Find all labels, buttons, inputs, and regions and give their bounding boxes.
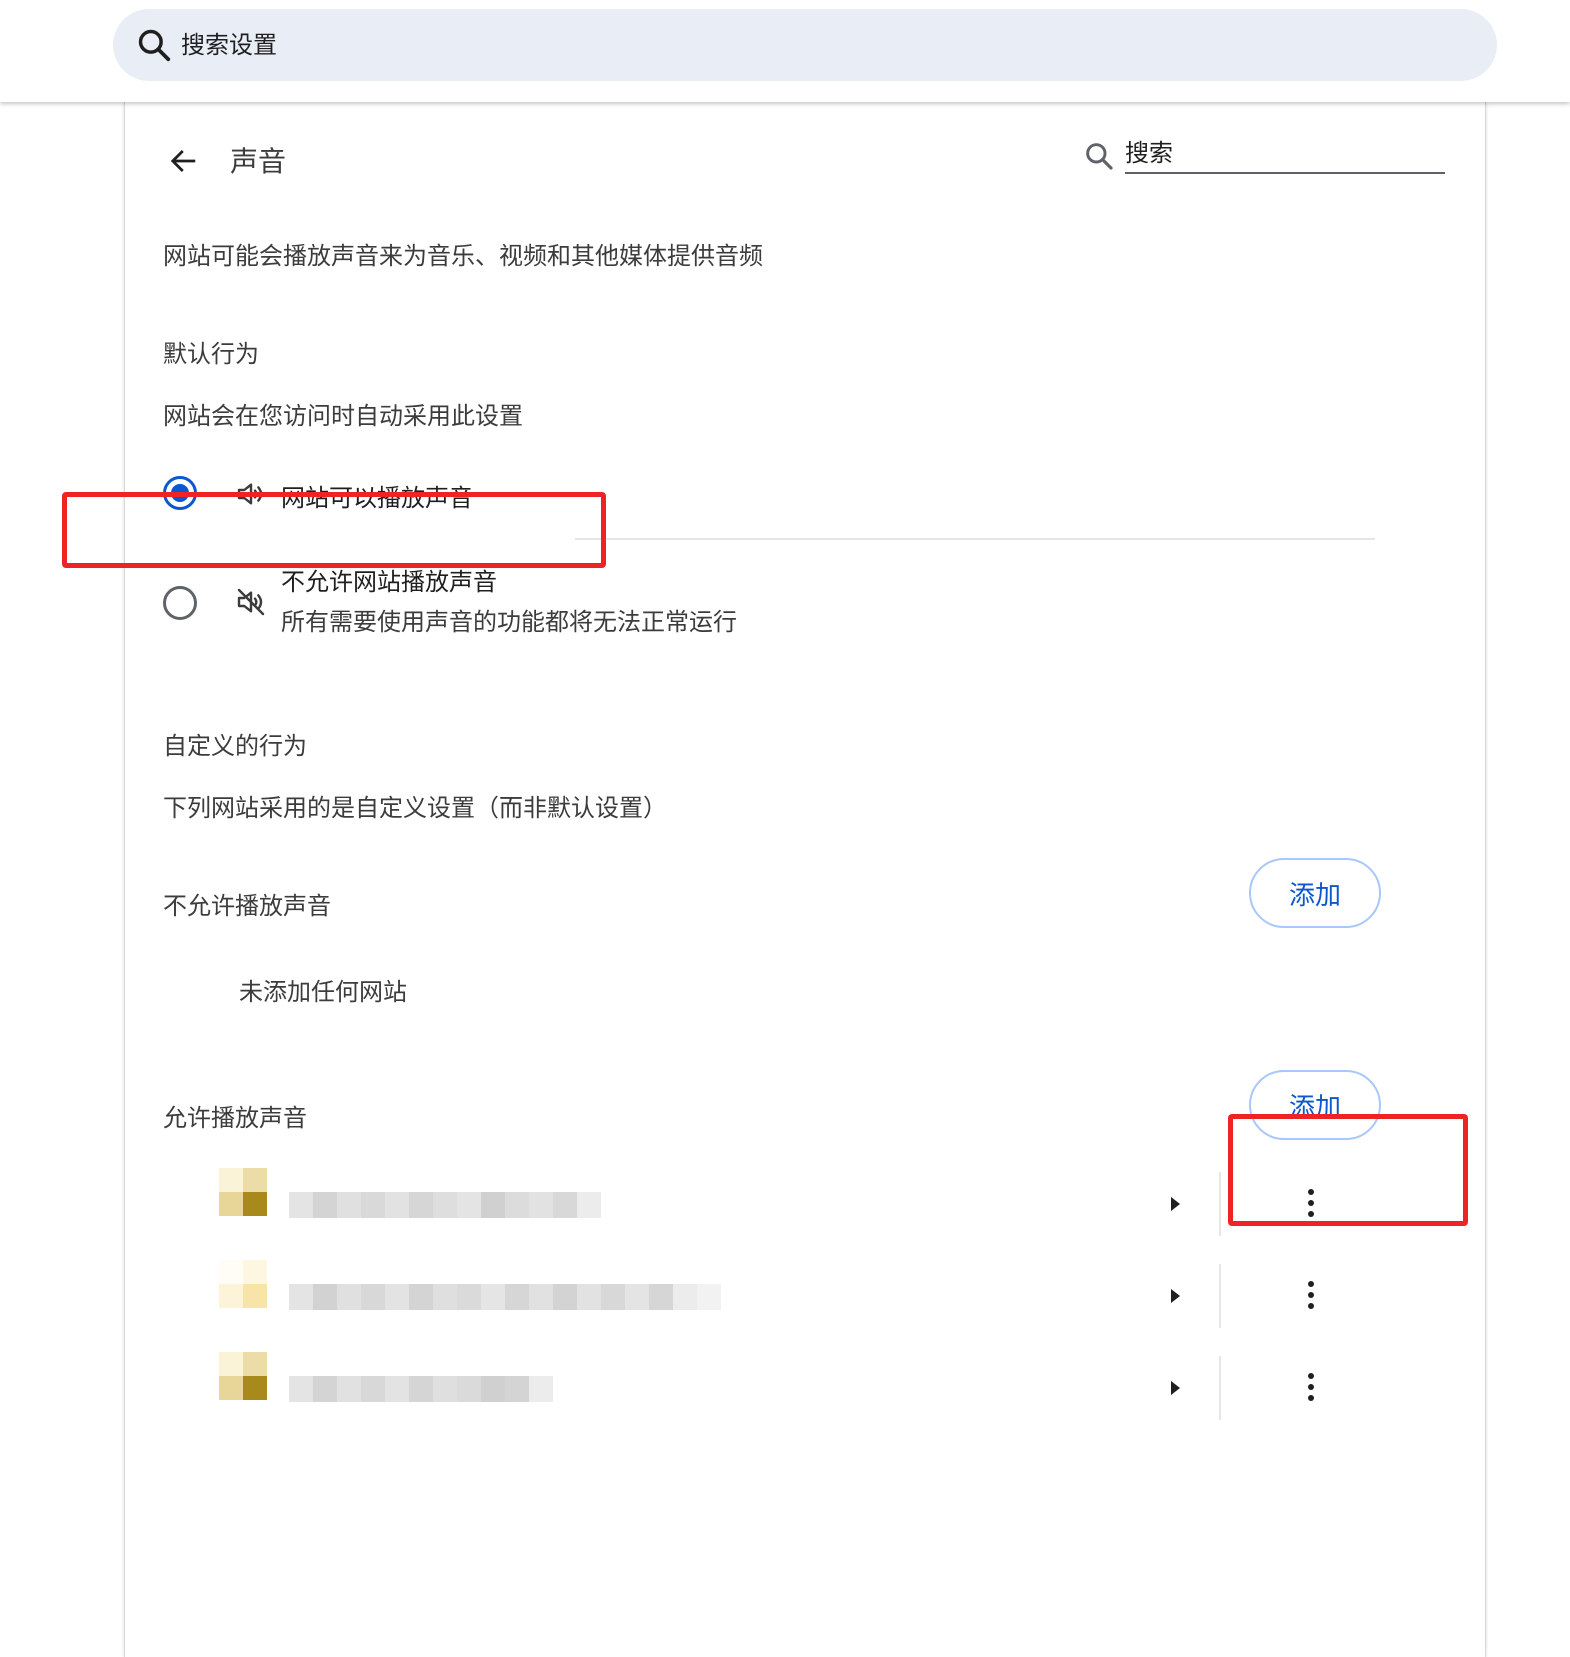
radio-allow-sound[interactable] bbox=[163, 476, 197, 510]
subpage-search-input[interactable] bbox=[1125, 134, 1445, 174]
search-icon bbox=[1086, 143, 1113, 170]
back-button[interactable] bbox=[159, 136, 209, 186]
option-block-label: 不允许网站播放声音 bbox=[281, 568, 497, 596]
page-title: 声音 bbox=[230, 145, 287, 178]
global-search-input[interactable] bbox=[181, 9, 1461, 81]
caret-right-icon bbox=[1171, 1289, 1180, 1303]
site-name-redacted bbox=[289, 1284, 721, 1310]
search-icon bbox=[138, 29, 171, 62]
more-actions-button[interactable] bbox=[1291, 1178, 1331, 1228]
site-favicon bbox=[219, 1168, 267, 1216]
site-name-redacted bbox=[289, 1376, 553, 1402]
expand-button[interactable] bbox=[1155, 1184, 1195, 1224]
add-allowed-site-button[interactable]: 添加 bbox=[1249, 1070, 1381, 1140]
option-block-sublabel: 所有需要使用声音的功能都将无法正常运行 bbox=[281, 608, 737, 636]
option-divider bbox=[575, 538, 1375, 540]
top-bar bbox=[0, 0, 1570, 102]
allowed-section-title: 允许播放声音 bbox=[163, 1104, 307, 1132]
row-separator bbox=[1219, 1356, 1221, 1420]
row-separator bbox=[1219, 1172, 1221, 1236]
settings-card: 声音 网站可能会播放声音来为音乐、视频和其他媒体提供音频 默认行为 网站会在您访… bbox=[124, 102, 1486, 1657]
caret-right-icon bbox=[1171, 1381, 1180, 1395]
option-allow-label: 网站可以播放声音 bbox=[281, 484, 473, 512]
add-blocked-site-button[interactable]: 添加 bbox=[1249, 858, 1381, 928]
subpage-search[interactable] bbox=[1083, 132, 1570, 182]
global-search-bar[interactable] bbox=[113, 9, 1497, 81]
blocked-section-title: 不允许播放声音 bbox=[163, 892, 331, 920]
row-separator bbox=[1219, 1264, 1221, 1328]
arrow-left-icon bbox=[170, 150, 196, 172]
site-name-redacted bbox=[289, 1192, 601, 1218]
site-row[interactable] bbox=[219, 1260, 1385, 1330]
custom-behavior-subheading: 下列网站采用的是自定义设置（而非默认设置） bbox=[163, 794, 667, 822]
volume-up-icon bbox=[237, 483, 263, 505]
option-block-sound[interactable]: 不允许网站播放声音 所有需要使用声音的功能都将无法正常运行 bbox=[163, 562, 1375, 642]
more-actions-button[interactable] bbox=[1291, 1362, 1331, 1412]
default-behavior-heading: 默认行为 bbox=[163, 340, 259, 368]
site-row[interactable] bbox=[219, 1168, 1385, 1238]
site-favicon bbox=[219, 1260, 267, 1308]
volume-off-icon bbox=[237, 588, 265, 616]
custom-behavior-heading: 自定义的行为 bbox=[163, 732, 307, 760]
page-description: 网站可能会播放声音来为音乐、视频和其他媒体提供音频 bbox=[163, 242, 763, 270]
expand-button[interactable] bbox=[1155, 1276, 1195, 1316]
blocked-empty-text: 未添加任何网站 bbox=[239, 978, 407, 1006]
option-allow-sound[interactable]: 网站可以播放声音 bbox=[163, 464, 1375, 524]
caret-right-icon bbox=[1171, 1197, 1180, 1211]
more-actions-button[interactable] bbox=[1291, 1270, 1331, 1320]
radio-block-sound[interactable] bbox=[163, 586, 197, 620]
expand-button[interactable] bbox=[1155, 1368, 1195, 1408]
default-behavior-subheading: 网站会在您访问时自动采用此设置 bbox=[163, 402, 523, 430]
site-row[interactable] bbox=[219, 1352, 1385, 1422]
site-favicon bbox=[219, 1352, 267, 1400]
